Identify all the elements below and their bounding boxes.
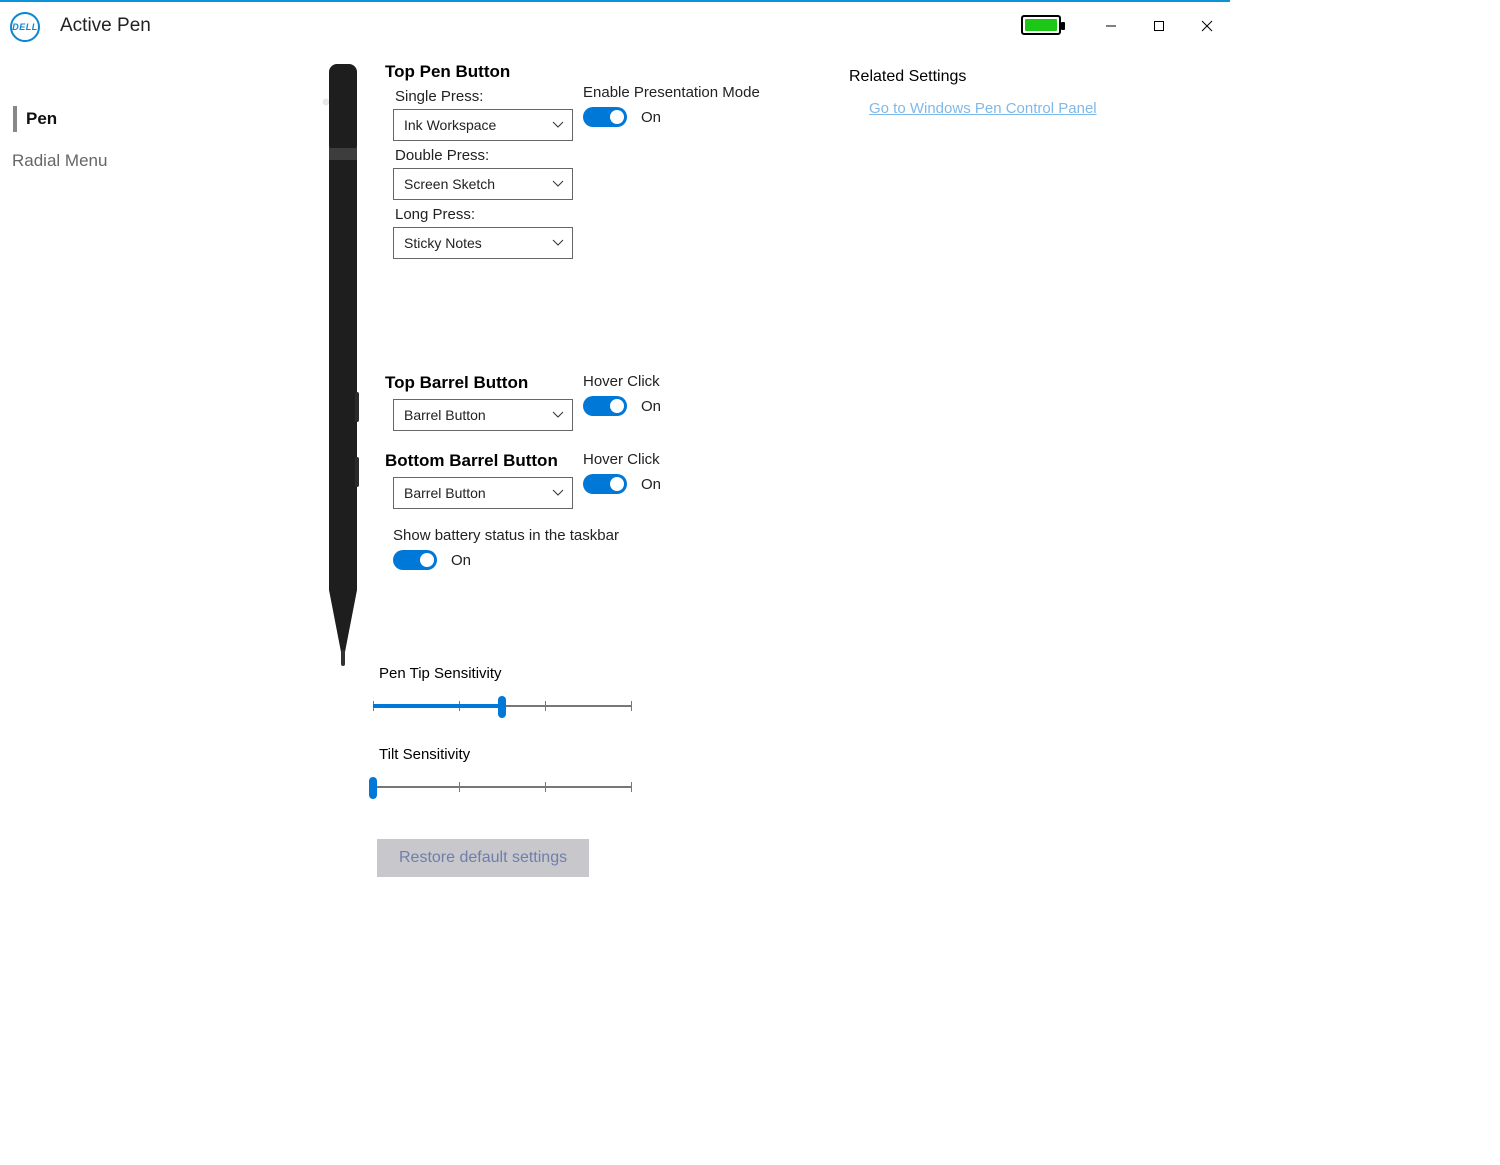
chevron-down-icon xyxy=(544,110,572,140)
toggle-state: On xyxy=(641,476,661,493)
link-windows-pen-control-panel[interactable]: Go to Windows Pen Control Panel xyxy=(849,100,1097,117)
sidebar-item-label: Pen xyxy=(26,109,57,129)
section-title-top-barrel: Top Barrel Button xyxy=(385,373,583,393)
chevron-down-icon xyxy=(544,169,572,199)
label-tip-sensitivity: Pen Tip Sensitivity xyxy=(379,665,805,682)
dropdown-top-barrel[interactable]: Barrel Button xyxy=(393,399,573,431)
toggle-hover-click-top[interactable] xyxy=(583,396,627,416)
dell-logo-icon: DELL xyxy=(10,12,40,42)
dropdown-single-press[interactable]: Ink Workspace xyxy=(393,109,573,141)
titlebar: DELL Active Pen xyxy=(0,2,1230,50)
label-double-press: Double Press: xyxy=(395,147,583,164)
label-hover-click-top: Hover Click xyxy=(583,373,661,390)
slider-tilt-sensitivity[interactable] xyxy=(373,773,631,803)
toggle-state: On xyxy=(641,109,661,126)
label-long-press: Long Press: xyxy=(395,206,583,223)
slider-tip-sensitivity[interactable] xyxy=(373,692,631,722)
sidebar-item-pen[interactable]: Pen xyxy=(0,98,295,140)
dropdown-value: Sticky Notes xyxy=(404,235,482,251)
sidebar-item-label: Radial Menu xyxy=(12,151,107,171)
minimize-button[interactable] xyxy=(1088,11,1134,41)
dropdown-value: Screen Sketch xyxy=(404,176,495,192)
dropdown-double-press[interactable]: Screen Sketch xyxy=(393,168,573,200)
dropdown-long-press[interactable]: Sticky Notes xyxy=(393,227,573,259)
label-presentation-mode: Enable Presentation Mode xyxy=(583,84,760,101)
toggle-presentation-mode[interactable] xyxy=(583,107,627,127)
toggle-show-battery[interactable] xyxy=(393,550,437,570)
pen-image xyxy=(321,62,365,677)
related-settings-heading: Related Settings xyxy=(849,68,1097,86)
sidebar: Pen Radial Menu xyxy=(0,50,295,877)
maximize-button[interactable] xyxy=(1136,11,1182,41)
label-single-press: Single Press: xyxy=(395,88,583,105)
section-title-bottom-barrel: Bottom Barrel Button xyxy=(385,451,583,471)
label-tilt-sensitivity: Tilt Sensitivity xyxy=(379,746,805,763)
chevron-down-icon xyxy=(544,478,572,508)
app-title: Active Pen xyxy=(60,15,151,37)
dropdown-value: Barrel Button xyxy=(404,407,486,423)
section-title-top-pen: Top Pen Button xyxy=(385,62,583,82)
toggle-hover-click-bottom[interactable] xyxy=(583,474,627,494)
close-button[interactable] xyxy=(1184,11,1230,41)
label-hover-click-bottom: Hover Click xyxy=(583,451,661,468)
dropdown-value: Barrel Button xyxy=(404,485,486,501)
dropdown-value: Ink Workspace xyxy=(404,117,496,133)
toggle-state: On xyxy=(641,398,661,415)
toggle-state: On xyxy=(451,552,471,569)
battery-icon xyxy=(1021,15,1061,35)
chevron-down-icon xyxy=(544,228,572,258)
restore-defaults-button[interactable]: Restore default settings xyxy=(377,839,589,877)
label-show-battery: Show battery status in the taskbar xyxy=(393,527,805,544)
window: DELL Active Pen Pen Radial Menu xyxy=(0,0,1230,877)
dropdown-bottom-barrel[interactable]: Barrel Button xyxy=(393,477,573,509)
sidebar-item-radial-menu[interactable]: Radial Menu xyxy=(0,140,295,182)
chevron-down-icon xyxy=(544,400,572,430)
